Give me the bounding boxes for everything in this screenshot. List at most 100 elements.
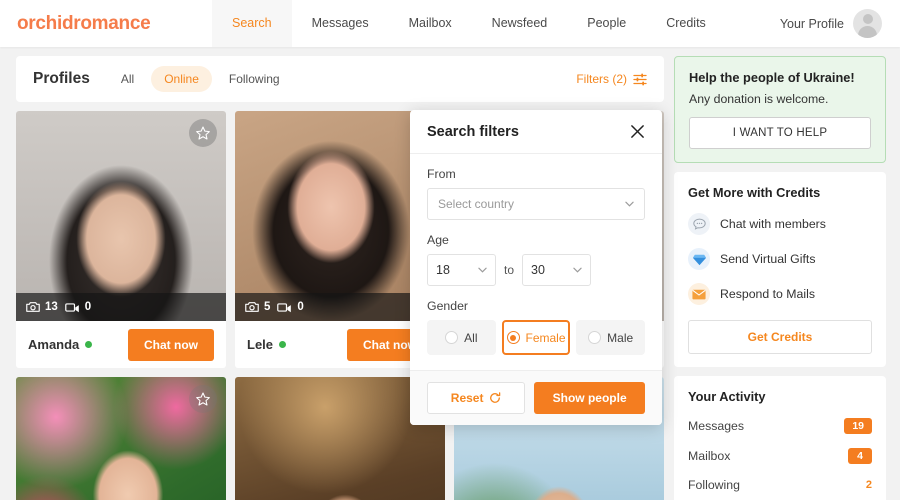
filter-sliders-icon (633, 73, 647, 85)
radio-icon (506, 331, 520, 344)
photo-count-value: 5 (264, 301, 271, 313)
reset-button[interactable]: Reset (427, 382, 526, 414)
favorite-star-icon[interactable] (189, 119, 217, 147)
profiles-tabs: All Online Following (108, 66, 293, 92)
filters-button[interactable]: Filters (2) (576, 72, 647, 86)
chevron-down-icon (478, 267, 487, 273)
credit-feature-label: Respond to Mails (720, 287, 816, 301)
chat-bubble-icon (688, 213, 710, 235)
modal-header: Search filters (410, 110, 662, 154)
nav-item-credits[interactable]: Credits (646, 0, 726, 47)
nav-item-mailbox[interactable]: Mailbox (389, 0, 472, 47)
activity-label: Mailbox (688, 449, 731, 463)
nav-item-newsfeed[interactable]: Newsfeed (472, 0, 568, 47)
age-to-label: to (504, 263, 515, 277)
gender-options: All Female Male (427, 320, 646, 355)
tab-following[interactable]: Following (216, 66, 293, 92)
credit-feature-row: Send Virtual Gifts (688, 248, 872, 270)
your-profile-label: Your Profile (779, 16, 844, 31)
video-count-value: 0 (297, 301, 304, 313)
header-profile-area[interactable]: Your Profile (780, 9, 900, 38)
video-count: 0 (277, 301, 304, 313)
photo-count: 5 (245, 301, 270, 313)
age-label: Age (427, 233, 449, 247)
nav-item-search[interactable]: Search (212, 0, 292, 47)
ukraine-title: Help the people of Ukraine! (689, 70, 855, 85)
reset-label: Reset (450, 391, 484, 405)
online-status-dot (279, 341, 287, 348)
site-logo[interactable]: orchidromance (0, 13, 212, 35)
gender-option-label: Female (525, 330, 566, 345)
credit-feature-row: Respond to Mails (688, 283, 872, 305)
tab-all[interactable]: All (108, 66, 147, 92)
activity-label: Following (688, 478, 740, 492)
search-filters-modal: Search filters From Select country Age 1… (410, 110, 662, 425)
modal-footer: Reset Show people (410, 370, 662, 425)
country-select-value: Select country (438, 197, 515, 211)
tab-online[interactable]: Online (151, 66, 212, 92)
nav-item-people[interactable]: People (567, 0, 646, 47)
diamond-icon (688, 248, 710, 270)
gender-option-label: All (464, 330, 478, 345)
get-credits-button[interactable]: Get Credits (688, 320, 872, 354)
gender-label: Gender (427, 299, 469, 313)
profile-name[interactable]: Lele (247, 337, 273, 352)
credit-feature-label: Send Virtual Gifts (720, 252, 816, 266)
top-header: orchidromance Search Messages Mailbox Ne… (0, 0, 900, 47)
chat-now-button[interactable]: Chat now (128, 328, 214, 361)
age-to-value: 30 (531, 263, 545, 277)
online-status-dot (85, 341, 93, 348)
i-want-to-help-button[interactable]: I WANT TO HELP (689, 117, 871, 149)
activity-label: Messages (688, 419, 745, 433)
avatar[interactable] (853, 9, 882, 38)
gender-option-male[interactable]: Male (576, 320, 646, 355)
chevron-down-icon (573, 267, 582, 273)
ukraine-donation-card: Help the people of Ukraine! Any donation… (674, 56, 886, 163)
profile-card[interactable] (16, 377, 226, 500)
credit-feature-row: Chat with members (688, 213, 872, 235)
photo-count: 13 (26, 301, 58, 313)
credits-title: Get More with Credits (688, 185, 821, 200)
activity-row-following[interactable]: Following 2 (688, 478, 872, 492)
main-navigation: Search Messages Mailbox Newsfeed People … (212, 0, 726, 47)
from-label: From (427, 167, 456, 181)
activity-row-mailbox[interactable]: Mailbox 4 (688, 448, 872, 464)
favorite-star-icon[interactable] (189, 385, 217, 413)
chevron-down-icon (625, 201, 634, 207)
video-camera-icon (277, 302, 292, 312)
page-title: Profiles (33, 70, 90, 87)
credit-feature-label: Chat with members (720, 217, 826, 231)
ukraine-subtitle: Any donation is welcome. (689, 92, 829, 106)
profile-card[interactable]: 13 0 Amanda Chat now (16, 111, 226, 368)
credits-card: Get More with Credits Chat with members (674, 172, 886, 367)
age-range-row: 18 to 30 (427, 254, 645, 286)
video-count: 0 (64, 301, 92, 313)
activity-count: 2 (865, 479, 872, 491)
camera-icon (26, 302, 40, 312)
video-camera-icon (64, 302, 79, 312)
media-counts: 13 0 (16, 293, 226, 321)
gender-option-all[interactable]: All (427, 320, 496, 355)
age-from-select[interactable]: 18 (427, 254, 496, 286)
nav-item-messages[interactable]: Messages (292, 0, 389, 47)
activity-badge: 19 (844, 418, 872, 434)
profile-photo[interactable] (16, 377, 226, 500)
age-to-select[interactable]: 30 (522, 254, 592, 286)
refresh-icon (490, 392, 501, 403)
gender-option-label: Male (607, 330, 634, 345)
activity-row-messages[interactable]: Messages 19 (688, 418, 872, 434)
activity-badge: 4 (848, 448, 872, 464)
show-people-button[interactable]: Show people (534, 382, 645, 414)
profile-name[interactable]: Amanda (28, 337, 79, 352)
envelope-icon (688, 283, 710, 305)
country-select[interactable]: Select country (427, 188, 645, 220)
photo-count-value: 13 (45, 301, 58, 313)
close-icon[interactable] (630, 124, 645, 139)
activity-card: Your Activity Messages 19 Mailbox 4 Foll… (674, 376, 886, 500)
app-root: orchidromance Search Messages Mailbox Ne… (0, 0, 900, 500)
camera-icon (245, 302, 259, 312)
profile-card-footer: Amanda Chat now (16, 321, 226, 368)
video-count-value: 0 (84, 301, 92, 313)
profile-photo[interactable]: 13 0 (16, 111, 226, 321)
gender-option-female[interactable]: Female (501, 320, 571, 355)
